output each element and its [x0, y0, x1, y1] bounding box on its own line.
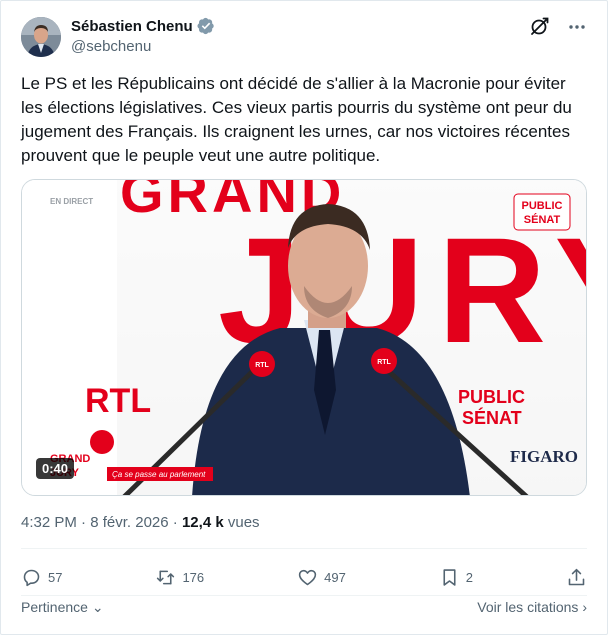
like-button[interactable]: 497	[297, 567, 346, 588]
share-button[interactable]	[566, 567, 587, 588]
mic-left-label: RTL	[255, 362, 269, 369]
public-senat-top-line2: SÉNAT	[524, 213, 561, 226]
relevance-label: Pertinence	[21, 599, 88, 615]
figaro-logo-text: FIGARO	[510, 447, 578, 466]
tweet-card: Sébastien Chenu @sebchenu Le PS et les R…	[0, 0, 608, 635]
view-quotes-link[interactable]: Voir les citations ›	[477, 599, 587, 616]
reply-icon	[23, 569, 40, 586]
tweet-time[interactable]: 4:32 PM	[21, 514, 77, 531]
views-label: vues	[227, 514, 260, 531]
heart-icon	[298, 569, 317, 585]
video-player[interactable]: EN DIRECT GRAND JURY RTL PUBLIC SÉNAT PU…	[21, 179, 587, 496]
reply-count: 57	[48, 569, 63, 585]
public-senat-top-line1: PUBLIC	[522, 200, 563, 212]
meta-separator: ·	[81, 514, 87, 531]
chevron-right-icon: ›	[582, 599, 587, 615]
avatar[interactable]	[21, 17, 61, 57]
tweet-footer: Pertinence ⌄ Voir les citations ›	[21, 599, 587, 616]
repost-button[interactable]: 176	[155, 567, 204, 588]
lower-third-caption: Ça se passe au parlement	[112, 470, 206, 479]
bookmark-icon	[443, 568, 456, 586]
rtl-logo-text: RTL	[85, 382, 151, 420]
more-icon[interactable]	[567, 17, 587, 37]
public-senat-side-line1: PUBLIC	[458, 387, 525, 407]
grok-icon[interactable]	[529, 17, 549, 37]
repost-count: 176	[182, 569, 205, 585]
verified-badge-icon[interactable]	[197, 17, 215, 35]
view-quotes-label: Voir les citations	[477, 599, 579, 615]
tweet-text: Le PS et les Républicains ont décidé de …	[21, 74, 572, 165]
public-senat-side-line2: SÉNAT	[462, 407, 522, 428]
meta-separator: ·	[172, 514, 178, 531]
reply-button[interactable]: 57	[21, 567, 62, 588]
relevance-sort-button[interactable]: Pertinence ⌄	[21, 599, 104, 616]
action-bar: 57 176 497 2	[21, 564, 587, 590]
video-thumbnail: EN DIRECT GRAND JURY RTL PUBLIC SÉNAT PU…	[22, 180, 586, 495]
share-icon	[568, 568, 585, 585]
divider	[21, 548, 587, 549]
m6-logo-icon	[90, 430, 114, 454]
views-count: 12,4 k	[181, 514, 224, 531]
bookmark-count: 2	[465, 569, 474, 585]
tweet-date[interactable]: 8 févr. 2026	[90, 514, 168, 531]
video-duration: 0:40	[36, 458, 75, 479]
tweet-header: Sébastien Chenu @sebchenu	[21, 15, 587, 59]
chevron-down-icon: ⌄	[91, 599, 104, 615]
bookmark-button[interactable]: 2	[439, 567, 473, 588]
like-count: 497	[324, 569, 346, 585]
mic-right-label: RTL	[377, 359, 391, 366]
live-tag: EN DIRECT	[50, 197, 93, 206]
repost-icon	[157, 570, 175, 584]
author-handle[interactable]: @sebchenu	[71, 38, 215, 55]
divider	[21, 595, 587, 596]
author-display-name[interactable]: Sébastien Chenu	[71, 18, 193, 35]
tweet-meta: 4:32 PM · 8 févr. 2026 · 12,4 k vues	[21, 514, 260, 531]
